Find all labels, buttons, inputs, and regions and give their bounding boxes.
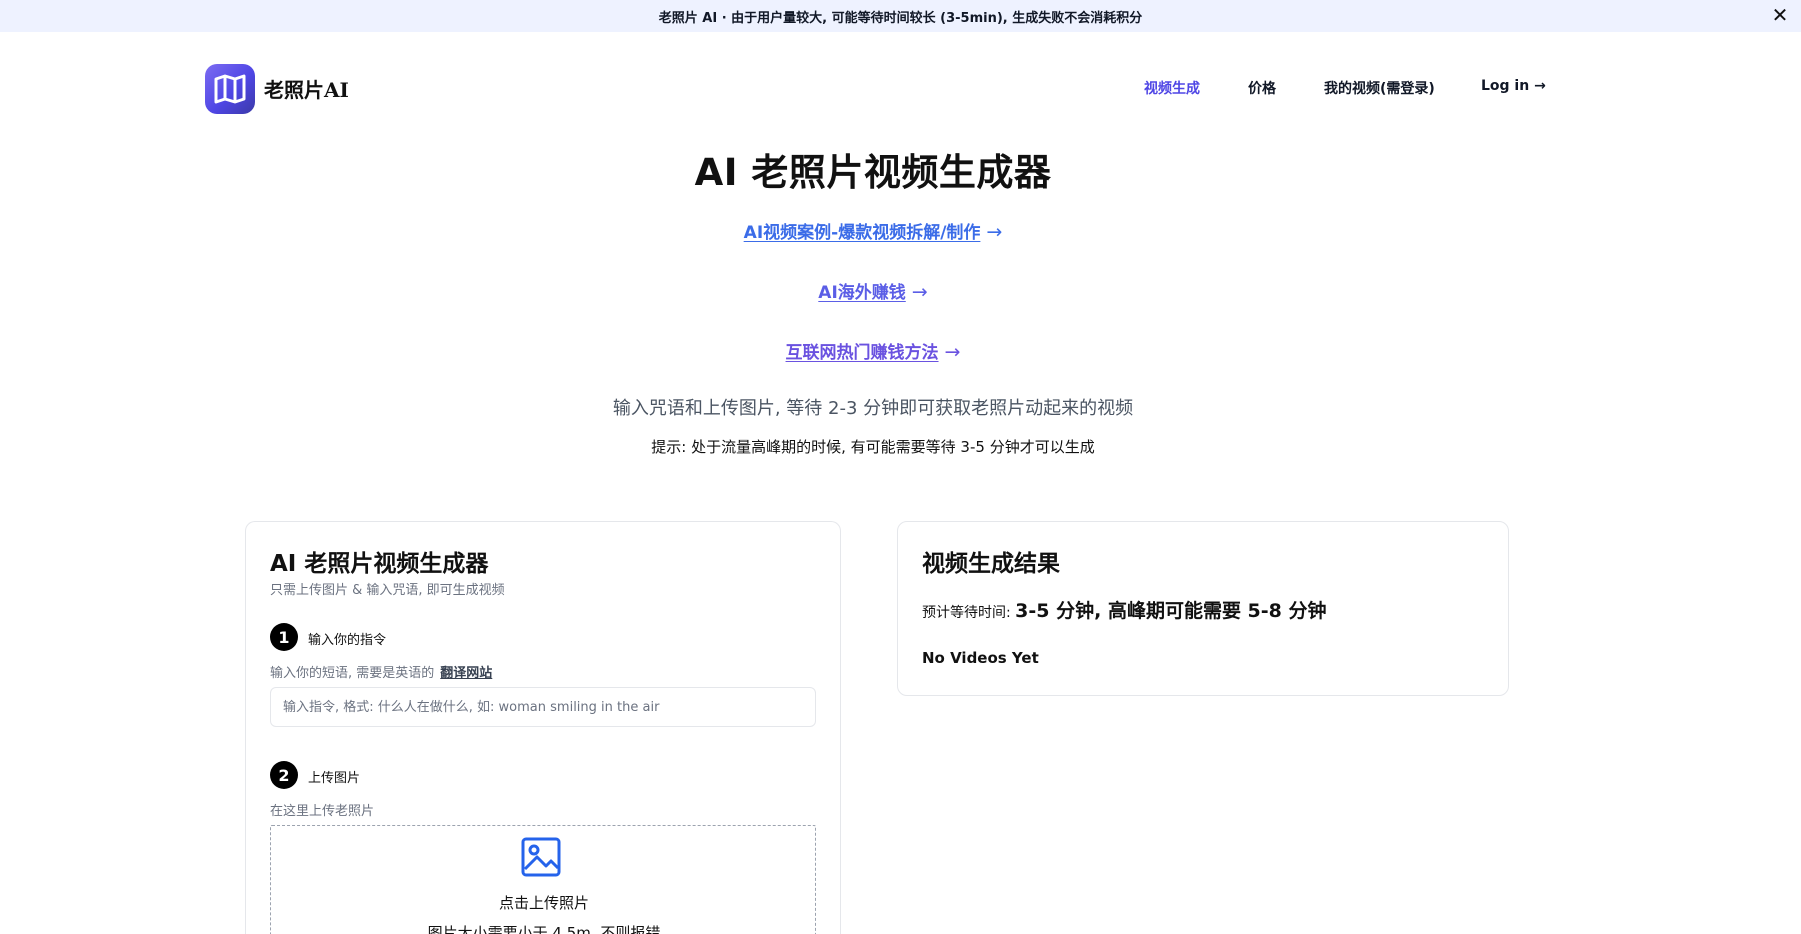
link-hot-methods[interactable]: 互联网热门赚钱方法 bbox=[786, 343, 939, 363]
nav-my-videos[interactable]: 我的视频(需登录) bbox=[1324, 78, 1435, 98]
translate-site-link[interactable]: 翻译网站 bbox=[440, 666, 492, 681]
hero-link-overseas: AI海外赚钱 → bbox=[0, 278, 1746, 303]
link-video-cases[interactable]: AI视频案例-爆款视频拆解/制作 bbox=[744, 223, 981, 243]
step-2-badge: 2 bbox=[270, 761, 298, 789]
result-title: 视频生成结果 bbox=[922, 551, 1060, 577]
logo-text[interactable]: 老照片AI bbox=[264, 74, 349, 103]
step-1-hint: 输入你的短语, 需要是英语的 翻译网站 bbox=[270, 662, 492, 681]
hero-tip: 提示: 处于流量高峰期的时候, 有可能需要等待 3-5 分钟才可以生成 bbox=[651, 438, 1095, 456]
generator-card: AI 老照片视频生成器 只需上传图片 & 输入咒语, 即可生成视频 1 输入你的… bbox=[245, 521, 841, 934]
wait-time-value: 3-5 分钟, 高峰期可能需要 5-8 分钟 bbox=[1015, 600, 1327, 622]
wait-time-label: 预计等待时间: bbox=[922, 605, 1011, 621]
upload-text: 点击上传照片 bbox=[498, 894, 589, 912]
hero-link-hot-methods: 互联网热门赚钱方法 → bbox=[0, 338, 1746, 363]
arrow-right-icon: → bbox=[911, 281, 928, 303]
step-2-hint: 在这里上传老照片 bbox=[270, 804, 375, 819]
wait-time: 预计等待时间: 3-5 分钟, 高峰期可能需要 5-8 分钟 bbox=[922, 596, 1327, 623]
no-videos-message: No Videos Yet bbox=[922, 649, 1039, 667]
arrow-right-icon: → bbox=[944, 341, 961, 363]
upload-size-note: 图片大小需要小于 4.5m, 不则报错 bbox=[427, 924, 661, 934]
step-2-label: 上传图片 bbox=[308, 771, 361, 786]
page-title: AI 老照片视频生成器 bbox=[694, 151, 1052, 194]
generator-subtitle: 只需上传图片 & 输入咒语, 即可生成视频 bbox=[270, 583, 505, 598]
login-button[interactable]: Log in → bbox=[1481, 78, 1546, 94]
logo-icon[interactable] bbox=[205, 64, 255, 114]
link-overseas-money[interactable]: AI海外赚钱 bbox=[818, 283, 905, 303]
nav-video-generation[interactable]: 视频生成 bbox=[1144, 78, 1200, 98]
image-upload-dropzone[interactable]: 点击上传照片 图片大小需要小于 4.5m, 不则报错 bbox=[270, 825, 816, 934]
step-1-hint-text: 输入你的短语, 需要是英语的 bbox=[270, 666, 435, 681]
announcement-banner: 老照片 AI · 由于用户量较大, 可能等待时间较长 (3-5min), 生成失… bbox=[0, 0, 1801, 32]
nav-pricing[interactable]: 价格 bbox=[1248, 78, 1276, 98]
generator-title: AI 老照片视频生成器 bbox=[270, 551, 489, 577]
arrow-right-icon: → bbox=[986, 221, 1003, 243]
result-card: 视频生成结果 预计等待时间: 3-5 分钟, 高峰期可能需要 5-8 分钟 No… bbox=[897, 521, 1509, 696]
image-icon bbox=[521, 837, 561, 877]
step-1-badge: 1 bbox=[270, 623, 298, 651]
hero-subtitle: 输入咒语和上传图片, 等待 2-3 分钟即可获取老照片动起来的视频 bbox=[612, 398, 1134, 419]
step-1-label: 输入你的指令 bbox=[308, 633, 387, 648]
hero-link-video-cases: AI视频案例-爆款视频拆解/制作 → bbox=[0, 218, 1746, 243]
close-icon[interactable]: ✕ bbox=[1767, 2, 1793, 28]
prompt-input[interactable] bbox=[270, 687, 816, 727]
banner-text: 老照片 AI · 由于用户量较大, 可能等待时间较长 (3-5min), 生成失… bbox=[658, 10, 1143, 26]
